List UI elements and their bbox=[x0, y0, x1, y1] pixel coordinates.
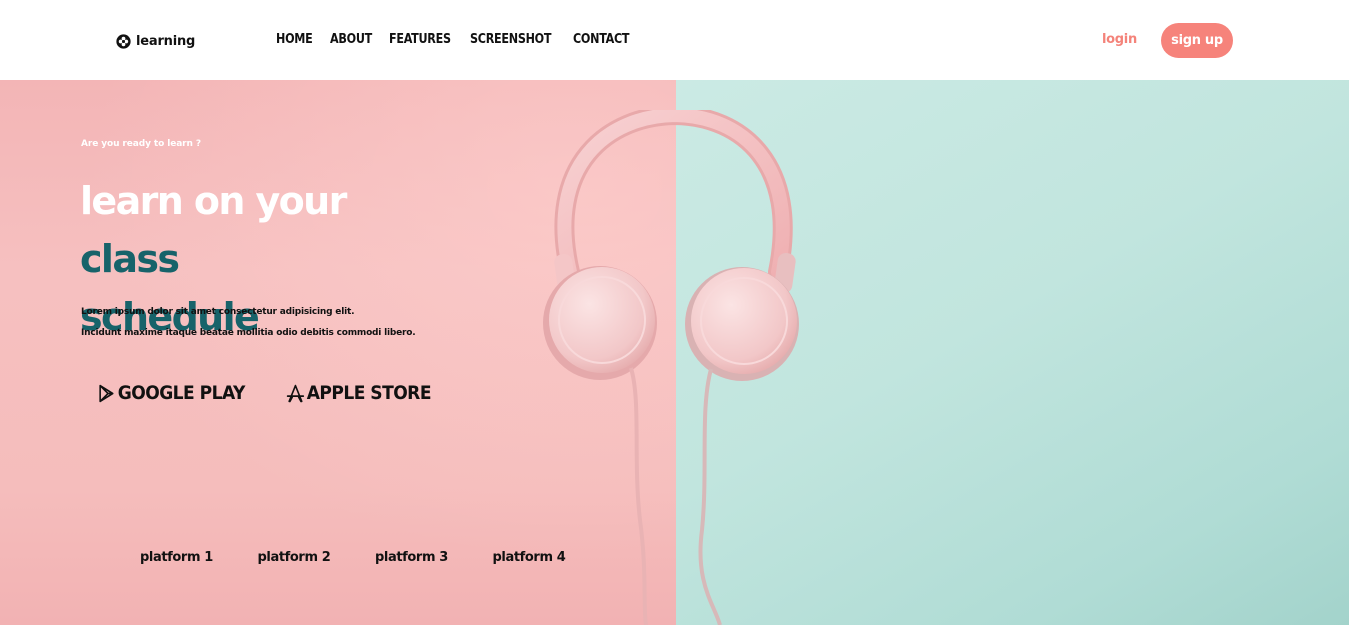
hero-description-line-2: Incidunt maxime itaque beatae mollitia o… bbox=[81, 328, 416, 338]
app-store-icon bbox=[287, 384, 305, 402]
nav-screenshot-link[interactable]: SCREENSHOT bbox=[470, 31, 552, 47]
google-play-label: GOOGLE PLAY bbox=[117, 382, 246, 404]
apple-store-label: APPLE STORE bbox=[306, 382, 432, 404]
platform-1-link[interactable]: platform 1 bbox=[140, 550, 258, 565]
hero-section: Are you ready to learn ? learn on your c… bbox=[0, 80, 1349, 625]
platform-3-link[interactable]: platform 3 bbox=[375, 550, 493, 565]
login-link[interactable]: login bbox=[1102, 32, 1137, 47]
apple-store-button[interactable]: APPLE STORE bbox=[286, 382, 432, 404]
flower-badge-icon bbox=[116, 33, 131, 49]
hero-description: Lorem ipsum dolor sit amet consectetur a… bbox=[81, 302, 416, 344]
platform-2-link[interactable]: platform 2 bbox=[258, 550, 376, 565]
app-store-links: GOOGLE PLAY APPLE STORE bbox=[97, 382, 447, 404]
top-navigation: learning HOME ABOUT FEATURES SCREENSHOT … bbox=[0, 0, 1349, 80]
brand-name: learning bbox=[136, 33, 196, 49]
main-navigation: HOME ABOUT FEATURES SCREENSHOT CONTACT bbox=[276, 31, 634, 47]
sign-up-button[interactable]: sign up bbox=[1161, 23, 1233, 58]
nav-contact-link[interactable]: CONTACT bbox=[573, 31, 630, 47]
brand-logo[interactable]: learning bbox=[116, 31, 195, 51]
play-store-icon bbox=[99, 384, 114, 402]
headphones-image bbox=[543, 110, 799, 625]
headline-white-text: learn on your bbox=[80, 179, 347, 223]
headline-class-text: class bbox=[80, 237, 180, 281]
google-play-button[interactable]: GOOGLE PLAY bbox=[97, 382, 245, 404]
platform-list: platform 1 platform 2 platform 3 platfor… bbox=[140, 550, 610, 565]
hero-eyebrow: Are you ready to learn ? bbox=[81, 139, 201, 149]
hero-description-line-1: Lorem ipsum dolor sit amet consectetur a… bbox=[81, 307, 355, 317]
nav-about-link[interactable]: ABOUT bbox=[330, 31, 372, 47]
nav-features-link[interactable]: FEATURES bbox=[389, 31, 451, 47]
platform-4-link[interactable]: platform 4 bbox=[493, 550, 611, 565]
nav-home-link[interactable]: HOME bbox=[276, 31, 313, 47]
